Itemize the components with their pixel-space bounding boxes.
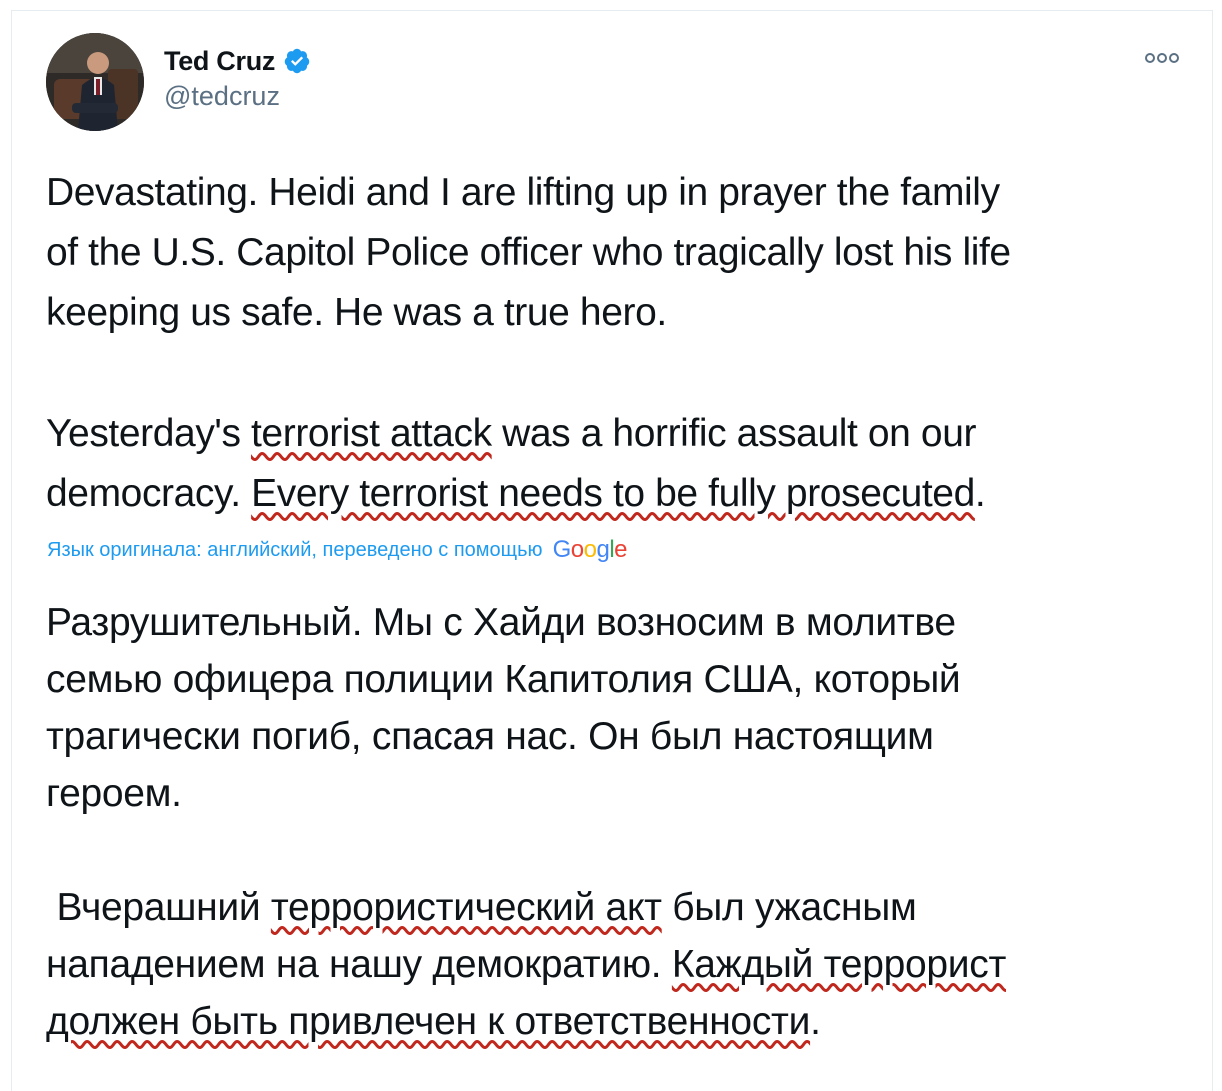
text-segment: democracy. <box>46 472 252 515</box>
tweet-paragraph-2: Yesterday's terrorist attack was a horri… <box>46 404 1196 524</box>
tweet-line: Yesterday's terrorist attack was a horri… <box>46 404 1196 464</box>
author-display-name[interactable]: Ted Cruz <box>164 46 275 77</box>
translated-line: трагически погиб, спасая нас. Он был нас… <box>46 715 934 758</box>
text-segment: was a horrific assault on our <box>491 412 977 455</box>
translation-attribution: Язык оригинала: английский, переведено с… <box>47 536 628 564</box>
text-segment: . <box>974 472 986 515</box>
translation-note-text: Язык оригинала: английский, переведено с… <box>47 538 543 561</box>
text-segment: Yesterday's <box>46 412 241 455</box>
author-block: Ted Cruz @tedcruz <box>164 45 311 112</box>
tweet-card: Ted Cruz @tedcruz Devastating. Heidi and… <box>11 10 1213 1091</box>
text-segment: нападением на нашу демократию. <box>46 943 672 986</box>
underlined-phrase: terrorist attack <box>251 412 492 455</box>
google-logo: Google <box>552 536 628 563</box>
translated-line: Разрушительный. Мы с Хайди возносим в мо… <box>46 601 956 644</box>
more-horizontal-icon[interactable] <box>1144 51 1180 65</box>
translated-line: семью офицера полиции Капитолия США, кот… <box>46 658 961 701</box>
underlined-phrase: должен быть привлечен к ответственности <box>46 1000 811 1043</box>
avatar-photo <box>46 33 144 131</box>
author-handle[interactable]: @tedcruz <box>164 81 311 112</box>
translated-line: Вчерашний террористический акт был ужасн… <box>46 879 1206 936</box>
tweet-line: Devastating. Heidi and I are lifting up … <box>46 171 1000 214</box>
translated-line: героем. <box>46 772 182 815</box>
tweet-line: of the U.S. Capitol Police officer who t… <box>46 231 1011 274</box>
verified-badge-icon <box>284 48 310 74</box>
tweet-paragraph-1: Devastating. Heidi and I are lifting up … <box>46 163 1196 343</box>
underlined-phrase: Каждый террорист <box>671 943 1007 986</box>
text-segment: был ужасным <box>661 886 917 929</box>
translated-line: должен быть привлечен к ответственности. <box>46 993 1206 1050</box>
avatar[interactable] <box>46 33 144 131</box>
translated-paragraph-2: Вчерашний террористический акт был ужасн… <box>46 879 1206 1050</box>
text-segment: Вчерашний <box>46 886 271 929</box>
translated-paragraph-1: Разрушительный. Мы с Хайди возносим в мо… <box>46 594 1206 822</box>
underlined-phrase: Every terrorist needs to be fully prosec… <box>251 472 975 515</box>
tweet-line: democracy. Every terrorist needs to be f… <box>46 464 1196 524</box>
text-segment: . <box>810 1000 821 1043</box>
tweet-line: keeping us safe. He was a true hero. <box>46 291 667 334</box>
translated-line: нападением на нашу демократию. Каждый те… <box>46 936 1206 993</box>
underlined-phrase: террористический акт <box>270 886 662 929</box>
